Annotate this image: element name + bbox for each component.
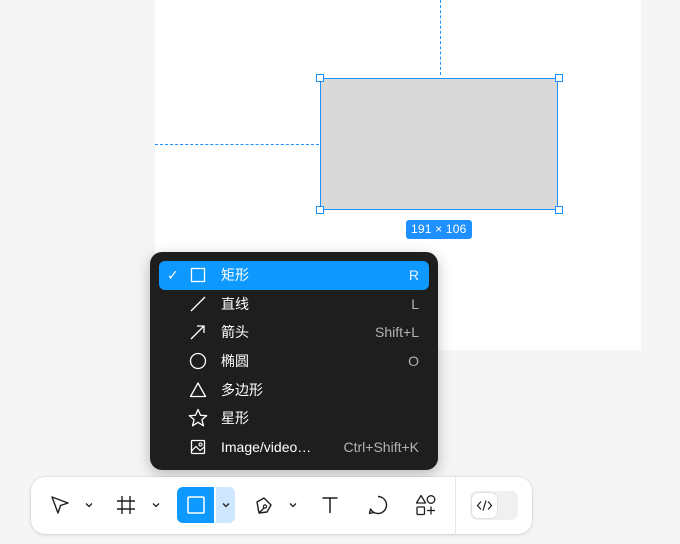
move-tool-dropdown[interactable] [82, 487, 96, 523]
menu-item-rectangle[interactable]: ✓ 矩形 R [159, 261, 429, 290]
frame-tool-dropdown[interactable] [149, 487, 163, 523]
menu-item-shortcut: O [408, 353, 419, 370]
horizontal-guide [155, 144, 319, 145]
comment-icon [368, 495, 388, 515]
code-icon [476, 500, 493, 511]
frame-icon [117, 496, 135, 514]
menu-item-shortcut: Shift+L [375, 324, 419, 341]
resize-handle-bottom-right[interactable] [555, 206, 563, 214]
rectangle-icon [186, 496, 205, 514]
pen-tool-button[interactable] [249, 487, 279, 523]
move-tool-button[interactable] [45, 487, 75, 523]
resize-handle-top-left[interactable] [316, 74, 324, 82]
menu-item-shortcut: R [408, 267, 419, 284]
rectangle-shape[interactable] [320, 78, 558, 210]
vertical-guide [440, 0, 441, 75]
menu-item-shortcut: L [411, 295, 419, 312]
check-icon: ✓ [167, 266, 179, 283]
menu-item-label: 直线 [221, 295, 249, 312]
chevron-down-icon [85, 503, 93, 508]
pen-icon [256, 497, 272, 514]
rectangle-tool-button[interactable] [177, 487, 214, 523]
menu-item-shortcut: Ctrl+Shift+K [343, 438, 419, 455]
menu-item-label: 椭圆 [221, 353, 249, 370]
line-icon [187, 293, 209, 315]
menu-item-image-video[interactable]: Image/video… Ctrl+Shift+K [159, 433, 429, 462]
menu-item-ellipse[interactable]: 椭圆 O [159, 347, 429, 376]
actions-icon [415, 494, 436, 516]
bottom-toolbar [31, 477, 532, 534]
chevron-down-icon [222, 503, 229, 508]
text-tool-button[interactable] [315, 487, 345, 523]
rectangle-icon [187, 264, 209, 286]
menu-item-label: 星形 [221, 410, 249, 427]
menu-item-label: 多边形 [221, 381, 263, 398]
dev-mode-toggle[interactable] [470, 491, 518, 520]
menu-item-polygon[interactable]: 多边形 [159, 375, 429, 404]
shape-tool-menu: ✓ 矩形 R 直线 L 箭头 Shift+L 椭圆 O 多边形 星形 Image… [150, 252, 438, 470]
menu-item-arrow[interactable]: 箭头 Shift+L [159, 318, 429, 347]
pen-tool-dropdown[interactable] [286, 487, 300, 523]
resize-handle-top-right[interactable] [555, 74, 563, 82]
text-icon [322, 497, 338, 513]
actions-tool-button[interactable] [411, 487, 441, 523]
ellipse-icon [187, 350, 209, 372]
move-icon [51, 496, 69, 514]
chevron-down-icon [152, 503, 160, 508]
menu-item-label: 箭头 [221, 324, 249, 341]
star-icon [187, 407, 209, 429]
dimension-label: 191 × 106 [406, 220, 472, 239]
menu-item-line[interactable]: 直线 L [159, 290, 429, 319]
menu-item-label: 矩形 [221, 267, 249, 284]
chevron-down-icon [289, 503, 297, 508]
dev-mode-knob [472, 493, 497, 518]
menu-item-label: Image/video… [221, 438, 312, 455]
image-icon [187, 436, 209, 458]
resize-handle-bottom-left[interactable] [316, 206, 324, 214]
arrow-icon [187, 321, 209, 343]
polygon-icon [187, 379, 209, 401]
comment-tool-button[interactable] [363, 487, 393, 523]
menu-item-star[interactable]: 星形 [159, 404, 429, 433]
toolbar-divider [455, 477, 456, 534]
frame-tool-button[interactable] [111, 487, 141, 523]
rectangle-tool-dropdown[interactable] [216, 487, 235, 523]
